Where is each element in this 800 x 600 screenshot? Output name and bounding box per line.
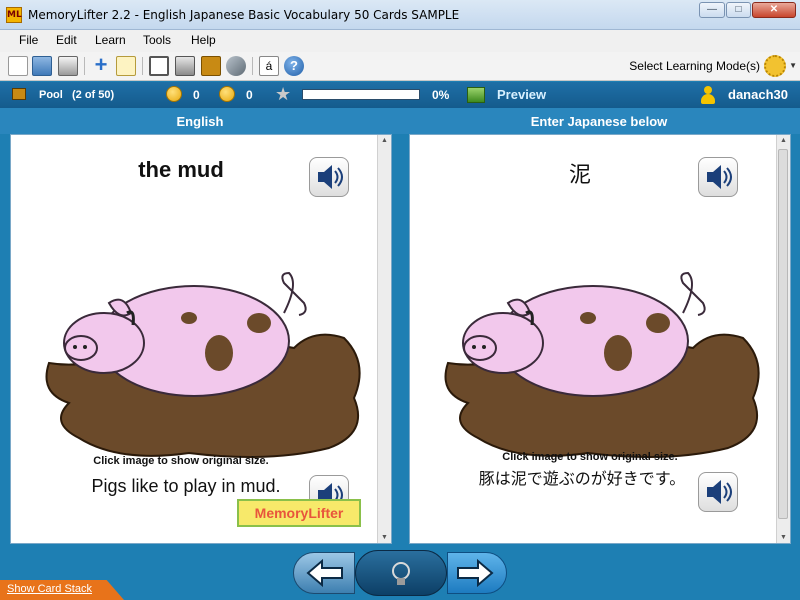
next-card-button[interactable] xyxy=(447,552,507,594)
scroll-up-icon[interactable]: ▲ xyxy=(381,137,388,144)
maximize-button[interactable]: □ xyxy=(726,2,751,18)
answer-word-sound-button[interactable] xyxy=(698,157,738,197)
title-bar: ML MemoryLifter 2.2 - English Japanese B… xyxy=(0,0,800,30)
preview-label[interactable]: Preview xyxy=(497,87,546,102)
pool-label: Pool xyxy=(39,89,63,101)
answer-panel: 泥 Click image to show original size. 豚は泥… xyxy=(409,134,791,544)
minimize-button[interactable]: — xyxy=(699,2,725,18)
new-icon[interactable] xyxy=(8,56,28,76)
correct-count: 0 xyxy=(193,88,200,102)
question-word-sound-button[interactable] xyxy=(309,157,349,197)
card-editor-icon[interactable] xyxy=(175,56,195,76)
column-header-row: English Enter Japanese below xyxy=(0,108,800,134)
star-icon: ★ xyxy=(275,84,292,104)
slideshow-icon[interactable] xyxy=(149,56,169,76)
scroll-thumb[interactable] xyxy=(778,149,788,519)
correct-smiley-icon xyxy=(166,86,182,102)
pig-in-mud-image[interactable] xyxy=(438,263,768,463)
help-icon[interactable]: ? xyxy=(284,56,304,76)
hint-button[interactable] xyxy=(355,550,447,596)
add-card-icon[interactable]: + xyxy=(91,54,111,76)
scroll-up-icon[interactable]: ▲ xyxy=(780,137,787,144)
watermark-text: MemoryLifter xyxy=(254,505,344,521)
user-name: danach30 xyxy=(728,87,788,102)
wrong-count: 0 xyxy=(246,88,253,102)
progress-bar xyxy=(302,89,420,100)
tools-icon[interactable] xyxy=(226,56,246,76)
bottom-navigation-bar xyxy=(0,544,800,600)
print-icon[interactable] xyxy=(58,56,78,76)
character-map-icon[interactable]: á xyxy=(259,56,279,76)
question-header: English xyxy=(176,114,224,129)
answer-header: Enter Japanese below xyxy=(530,114,668,129)
menu-edit[interactable]: Edit xyxy=(56,33,77,47)
menu-tools[interactable]: Tools xyxy=(143,33,171,47)
menu-learn[interactable]: Learn xyxy=(95,33,126,47)
minimize-icon: — xyxy=(707,4,717,15)
question-panel: the mud Click image to show original siz… xyxy=(10,134,392,544)
answer-hint: Click image to show original size. xyxy=(502,451,678,463)
close-icon: ✕ xyxy=(769,4,779,15)
menu-bar: File Edit Learn Tools Help xyxy=(0,30,800,52)
open-icon[interactable] xyxy=(32,56,52,76)
pool-count: (2 of 50) xyxy=(72,89,115,101)
arrow-left-icon xyxy=(306,558,343,588)
lightbulb-icon xyxy=(392,562,410,585)
question-sentence: Pigs like to play in mud. xyxy=(91,476,281,496)
speaker-icon xyxy=(318,165,343,189)
previous-card-button[interactable] xyxy=(293,552,355,594)
scroll-down-icon[interactable]: ▼ xyxy=(780,534,787,541)
show-card-stack-tab[interactable]: Show Card Stack xyxy=(0,580,124,600)
close-button[interactable]: ✕ xyxy=(752,2,796,18)
user-icon xyxy=(700,86,716,104)
answer-scrollbar[interactable]: ▲ ▼ xyxy=(776,135,790,543)
pig-in-mud-image[interactable] xyxy=(39,263,369,463)
chevron-down-icon[interactable]: ▼ xyxy=(789,61,797,70)
toolbar-separator xyxy=(252,57,253,75)
speaker-icon xyxy=(707,165,732,189)
question-word: the mud xyxy=(138,157,224,182)
question-scrollbar[interactable]: ▲ ▼ xyxy=(377,135,391,543)
gear-icon[interactable] xyxy=(764,55,786,77)
menu-file[interactable]: File xyxy=(19,33,38,47)
toolbar-separator xyxy=(142,57,143,75)
edit-icon[interactable] xyxy=(116,56,136,76)
app-icon: ML xyxy=(6,7,22,23)
menu-help[interactable]: Help xyxy=(191,33,216,47)
pool-icon xyxy=(12,88,26,100)
scroll-down-icon[interactable]: ▼ xyxy=(381,534,388,541)
toolbar: + á ? Select Learning Mode(s) ▼ xyxy=(0,52,800,81)
answer-sentence: 豚は泥で遊ぶのが好きです。 xyxy=(478,471,686,488)
card-stack-icon[interactable] xyxy=(201,56,221,76)
answer-sentence-sound-button[interactable] xyxy=(698,472,738,512)
memorylifter-watermark: MemoryLifter xyxy=(237,499,361,527)
preview-icon[interactable] xyxy=(467,87,485,103)
window-title: MemoryLifter 2.2 - English Japanese Basi… xyxy=(28,8,460,22)
speaker-icon xyxy=(707,480,732,504)
progress-label: 0% xyxy=(432,88,450,102)
learning-mode-label[interactable]: Select Learning Mode(s) xyxy=(629,59,760,73)
maximize-icon: □ xyxy=(735,4,742,15)
show-card-stack-link[interactable]: Show Card Stack xyxy=(7,583,92,595)
wrong-smiley-icon xyxy=(219,86,235,102)
toolbar-separator xyxy=(84,57,85,75)
question-hint: Click image to show original size. xyxy=(93,455,269,467)
arrow-right-icon xyxy=(457,558,494,588)
